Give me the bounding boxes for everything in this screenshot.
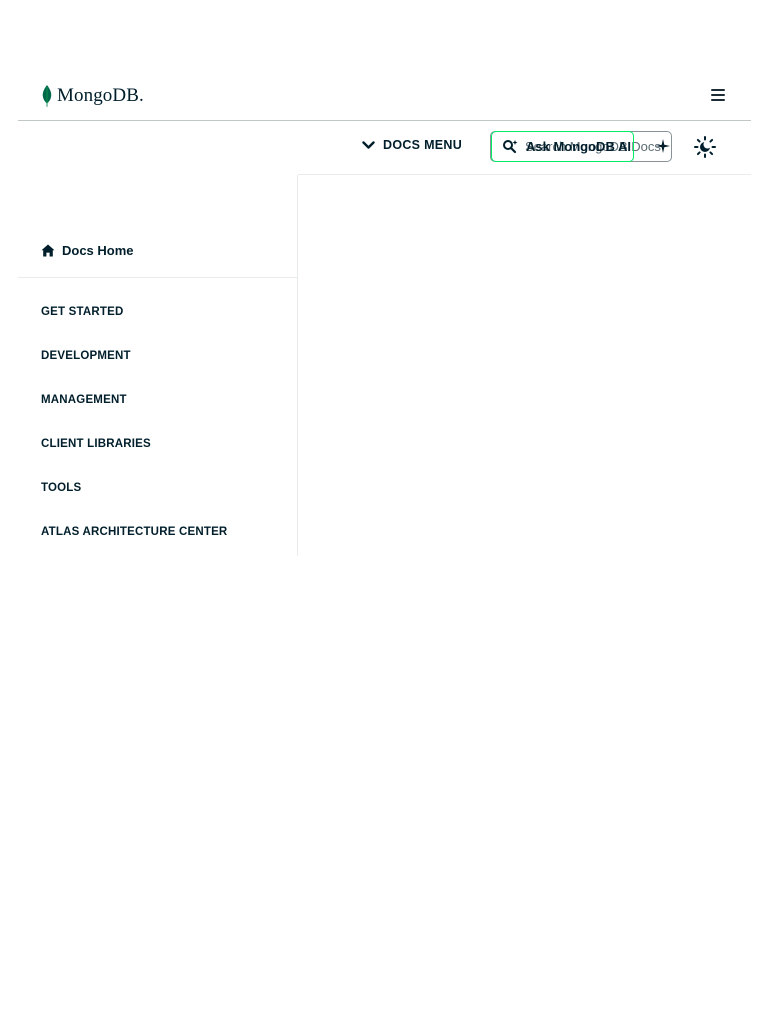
sidebar-navigation: Docs Home GET STARTED DEVELOPMENT MANAGE…: [18, 175, 298, 556]
mongodb-logo[interactable]: MongoDB.: [41, 83, 144, 109]
docs-home-link[interactable]: Docs Home: [41, 243, 134, 258]
leaf-icon: [42, 85, 52, 107]
ask-ai-label: Ask MongoDB AI: [526, 139, 631, 154]
sidebar-item-development[interactable]: DEVELOPMENT: [41, 350, 131, 362]
sidebar-item-get-started[interactable]: GET STARTED: [41, 306, 124, 318]
home-icon: [41, 244, 55, 257]
theme-toggle-icon[interactable]: [694, 136, 716, 158]
docs-subbar: DOCS MENU Search MongoDB Docs Ask MongoD…: [298, 121, 751, 175]
ask-ai-button[interactable]: Ask MongoDB AI: [491, 131, 634, 162]
sidebar-item-management[interactable]: MANAGEMENT: [41, 394, 127, 406]
sidebar-divider: [18, 277, 298, 278]
hamburger-menu-icon[interactable]: [711, 89, 725, 101]
docs-menu-button[interactable]: DOCS MENU: [362, 138, 462, 152]
sidebar-item-client-libraries[interactable]: CLIENT LIBRARIES: [41, 438, 151, 450]
sidebar-item-tools[interactable]: TOOLS: [41, 482, 81, 494]
docs-home-label: Docs Home: [62, 243, 134, 258]
ai-search-icon: [503, 139, 518, 153]
top-navigation-bar: MongoDB.: [18, 70, 751, 121]
docs-menu-label: DOCS MENU: [383, 138, 463, 152]
sparkle-icon: [656, 139, 670, 153]
sidebar-item-atlas-architecture-center[interactable]: ATLAS ARCHITECTURE CENTER: [41, 526, 227, 538]
chevron-down-icon: [362, 140, 375, 149]
logo-wordmark: MongoDB.: [57, 85, 144, 106]
